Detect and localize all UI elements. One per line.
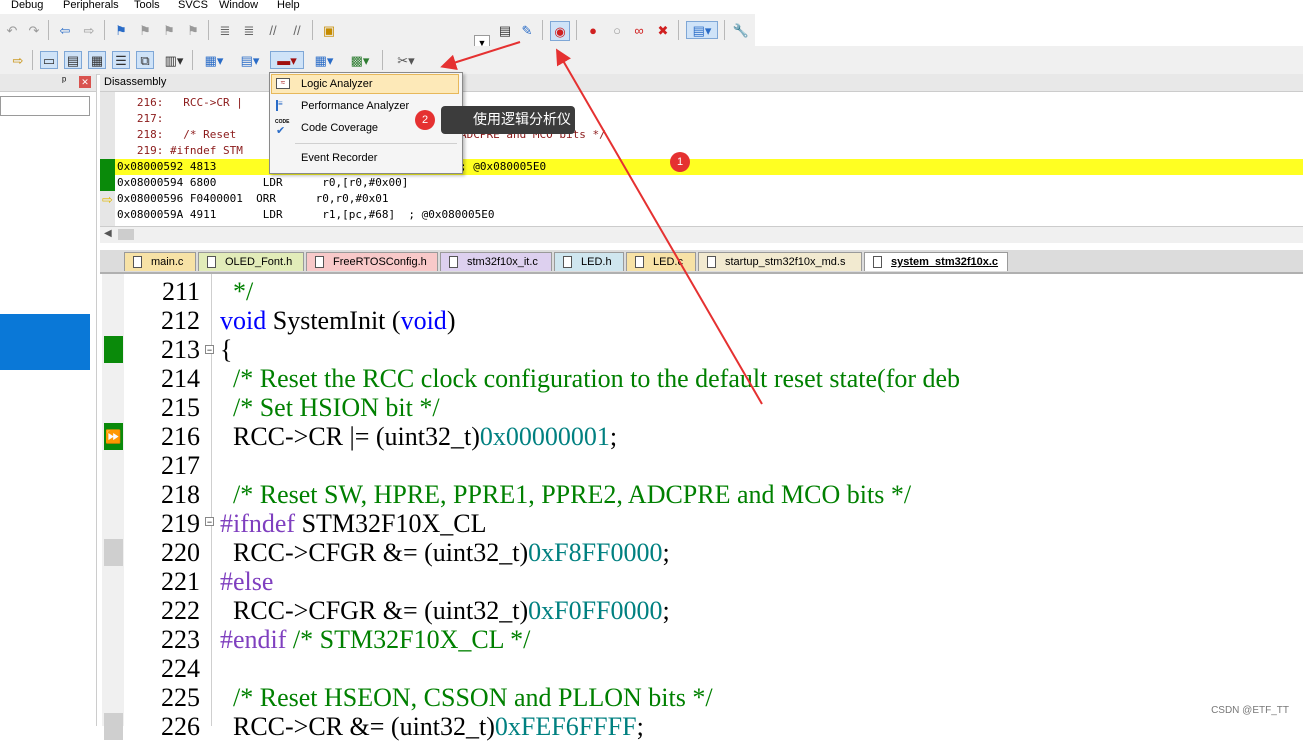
watermark: CSDN @ETF_TT <box>1211 705 1289 716</box>
annotation-arrow-to-debug-button <box>555 48 763 405</box>
annotation-badge-2: 2 <box>415 110 435 130</box>
annotation-tooltip: 使用逻辑分析仪 <box>441 106 575 134</box>
annotation-arrows <box>440 41 763 405</box>
annotation-arrow-to-menu <box>440 41 521 71</box>
annotation-badge-1: 1 <box>670 152 690 172</box>
